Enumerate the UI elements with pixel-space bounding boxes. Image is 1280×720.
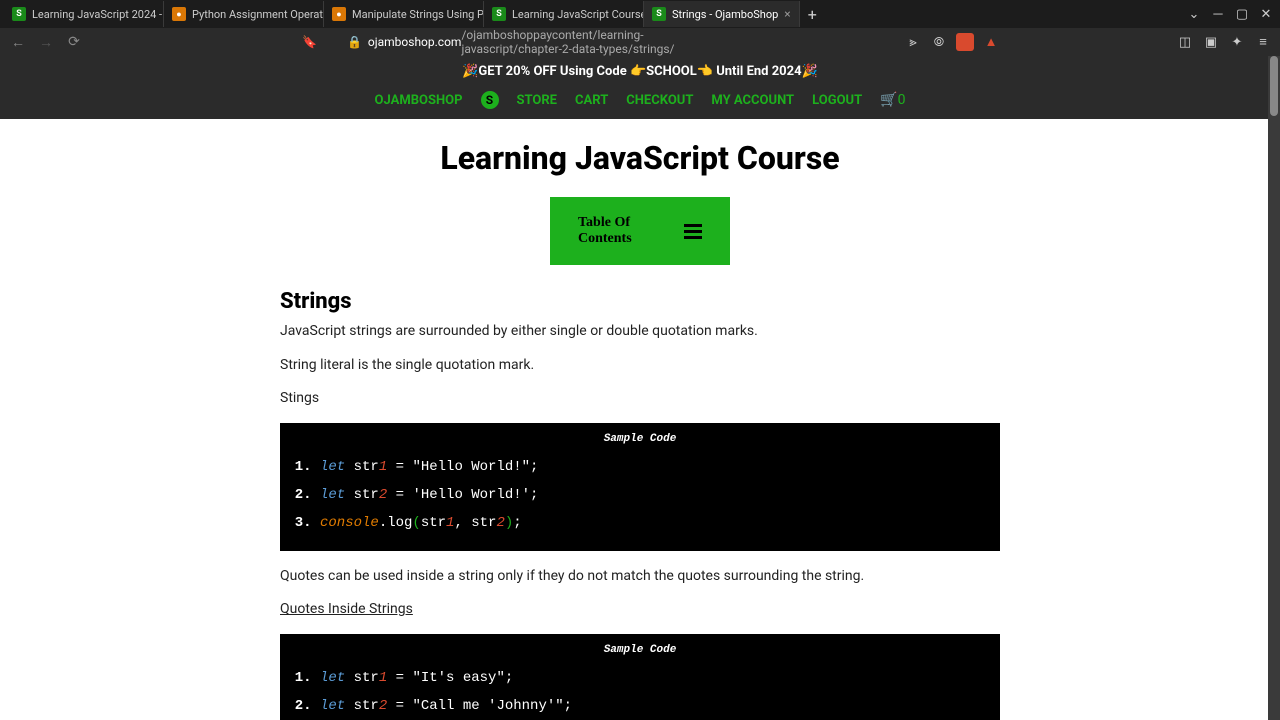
share-icon[interactable]: ⪢ [904, 33, 922, 51]
bookmark-icon[interactable]: 🔖 [302, 35, 317, 49]
cart-count: 0 [898, 92, 906, 108]
nav-cart[interactable]: CART [575, 93, 608, 108]
toc-label: Table Of Contents [578, 215, 668, 247]
window-controls: ⌄ ─ ▢ ✕ [1184, 4, 1276, 24]
menu-icon[interactable]: ≡ [1254, 33, 1272, 51]
close-icon[interactable]: × [784, 7, 790, 21]
forward-button[interactable]: → [36, 32, 56, 52]
scrollbar[interactable] [1268, 56, 1280, 720]
extensions-icon[interactable]: ✦ [1228, 33, 1246, 51]
code-line: console.log(str1, str2); [320, 509, 1000, 537]
favicon: ● [332, 7, 346, 21]
logo-icon: S [481, 91, 499, 109]
code-line: let str2 = "Call me 'Johnny'"; [320, 692, 1000, 720]
paragraph: Quotes can be used inside a string only … [280, 567, 1000, 587]
nav-brand[interactable]: OJAMBOSHOP [375, 93, 463, 108]
code-title: Sample Code [280, 640, 1000, 664]
browser-toolbar: ← → ⟳ 🔖 🔒 ojamboshop.com/ojamboshoppayco… [0, 28, 1280, 56]
code-title: Sample Code [280, 429, 1000, 453]
cart-icon[interactable]: 🛒0 [880, 92, 905, 108]
tab-bar: S Learning JavaScript 2024 - Ojan ● Python… [0, 0, 1280, 28]
paragraph: JavaScript strings are surrounded by eit… [280, 322, 1000, 342]
sidebar-icon[interactable]: ◫ [1176, 33, 1194, 51]
rss-icon[interactable]: ⦾ [930, 33, 948, 51]
nav-store[interactable]: STORE [517, 93, 558, 108]
code-block-1: Sample Code let str1 = "Hello World!"; l… [280, 423, 1000, 551]
paragraph: String literal is the single quotation m… [280, 356, 1000, 376]
nav-account[interactable]: MY ACCOUNT [711, 93, 794, 108]
tab-title: Strings - OjamboShop [672, 8, 778, 21]
reload-button[interactable]: ⟳ [64, 32, 84, 52]
code-line: let str2 = 'Hello World!'; [320, 481, 1000, 509]
url-bar[interactable]: 🔖 🔒 ojamboshop.com/ojamboshoppaycontent/… [292, 28, 716, 56]
tab-4-active[interactable]: S Strings - OjamboShop × [644, 1, 800, 27]
chevron-down-icon[interactable]: ⌄ [1184, 4, 1204, 24]
nav-checkout[interactable]: CHECKOUT [626, 93, 693, 108]
brave-shield-icon[interactable] [956, 33, 974, 51]
close-window-icon[interactable]: ✕ [1256, 4, 1276, 24]
tab-title: Manipulate Strings Using Pyth [352, 8, 484, 21]
maximize-icon[interactable]: ▢ [1232, 4, 1252, 24]
favicon: S [492, 7, 506, 21]
code-block-2: Sample Code let str1 = "It's easy"; let … [280, 634, 1000, 720]
url-domain: ojamboshop.com [368, 35, 462, 49]
scrollbar-thumb[interactable] [1270, 56, 1278, 116]
favicon: ● [172, 7, 186, 21]
code-line: let str1 = "It's easy"; [320, 664, 1000, 692]
promo-banner: 🎉GET 20% OFF Using Code 👉SCHOOL👈 Until E… [0, 56, 1280, 87]
tab-2[interactable]: ● Manipulate Strings Using Pyth [324, 1, 484, 27]
content-area: Learning JavaScript Course Table Of Cont… [0, 119, 1280, 720]
nav-logout[interactable]: LOGOUT [812, 93, 862, 108]
tab-1[interactable]: ● Python Assignment Operators [164, 1, 324, 27]
panel-icon[interactable]: ▣ [1202, 33, 1220, 51]
wallet-icon[interactable]: ▲ [982, 33, 1000, 51]
tab-0[interactable]: S Learning JavaScript 2024 - Ojan [4, 1, 164, 27]
new-tab-button[interactable]: + [800, 5, 825, 24]
tab-3[interactable]: S Learning JavaScript Course - O [484, 1, 644, 27]
page-viewport: 🎉GET 20% OFF Using Code 👉SCHOOL👈 Until E… [0, 56, 1280, 720]
minimize-icon[interactable]: ─ [1208, 4, 1228, 24]
toolbar-right: ⪢ ⦾ ▲ ◫ ▣ ✦ ≡ [904, 33, 1272, 51]
table-of-contents-button[interactable]: Table Of Contents [550, 197, 730, 265]
code-line: let str1 = "Hello World!"; [320, 453, 1000, 481]
tab-title: Learning JavaScript 2024 - Ojan [32, 8, 164, 21]
site-nav: OJAMBOSHOP S STORE CART CHECKOUT MY ACCO… [0, 87, 1280, 119]
url-path: /ojamboshoppaycontent/learning-javascrip… [461, 28, 706, 56]
tab-title: Learning JavaScript Course - O [512, 8, 644, 21]
back-button[interactable]: ← [8, 32, 28, 52]
hamburger-icon [684, 224, 702, 239]
lock-icon: 🔒 [347, 35, 362, 49]
favicon: S [12, 7, 26, 21]
favicon: S [652, 7, 666, 21]
section-heading: Strings [280, 289, 1000, 314]
paragraph: Stings [280, 389, 1000, 409]
tab-title: Python Assignment Operators [192, 8, 324, 21]
paragraph-link: Quotes Inside Strings [280, 600, 1000, 620]
page-title: Learning JavaScript Course [0, 139, 1280, 177]
